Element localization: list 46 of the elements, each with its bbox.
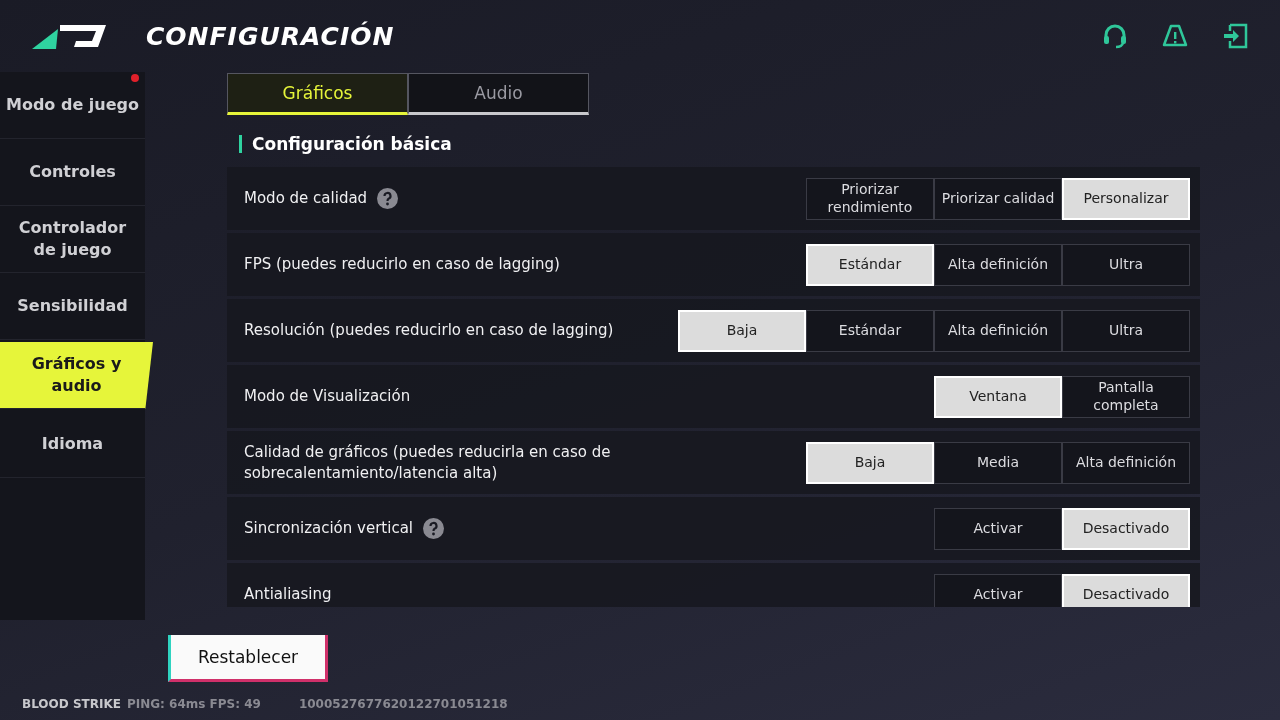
warning-icon[interactable]: [1162, 23, 1188, 49]
sidebar-item[interactable]: Modo de juego: [0, 72, 145, 139]
sidebar-item[interactable]: Gráficos y audio: [0, 342, 153, 409]
exit-icon[interactable]: [1222, 23, 1248, 49]
page-title: CONFIGURACIÓN: [146, 21, 395, 51]
player-id: 1000527677620122701051218: [298, 697, 508, 711]
sidebar-item[interactable]: Sensibilidad: [0, 273, 145, 340]
reset-button[interactable]: Restablecer: [168, 635, 328, 682]
option-button[interactable]: Baja: [806, 441, 934, 484]
setting-label: Modo de calidad: [244, 188, 368, 209]
sidebar-item[interactable]: Controles: [0, 139, 145, 206]
option-button[interactable]: Alta definición: [934, 309, 1062, 352]
option-button[interactable]: Activar: [934, 573, 1062, 607]
help-icon[interactable]: [377, 188, 399, 209]
sidebar-item[interactable]: Controlador de juego: [0, 206, 145, 273]
tab[interactable]: Gráficos: [227, 73, 408, 115]
option-button[interactable]: Alta definición: [1062, 441, 1190, 484]
option-button[interactable]: Media: [934, 441, 1062, 484]
option-button[interactable]: Desactivado: [1062, 573, 1190, 607]
logo-icon: [32, 23, 106, 49]
setting-label: Resolución (puedes reducirlo en caso de lagging): [244, 320, 614, 341]
setting-label: Modo de Visualización: [244, 386, 411, 407]
setting-label: Calidad de gráficos (puedes reducirla en caso de sobrecalentamiento/latencia alta): [244, 441, 612, 484]
sidebar-item[interactable]: Idioma: [0, 411, 145, 478]
ping-fps-text: PING: 64ms FPS: 49: [126, 697, 261, 711]
option-button[interactable]: Alta definición: [934, 243, 1062, 286]
option-button[interactable]: Baja: [678, 309, 806, 352]
headset-icon[interactable]: [1102, 23, 1128, 49]
tab[interactable]: Audio: [408, 73, 589, 115]
setting-label: FPS (puedes reducirlo en caso de lagging): [244, 254, 560, 275]
section-title: Configuración básica: [239, 135, 1200, 153]
option-button[interactable]: Desactivado: [1062, 507, 1190, 550]
option-button[interactable]: Estándar: [806, 309, 934, 352]
option-button[interactable]: Priorizar calidad: [934, 177, 1062, 220]
game-name: BLOOD STRIKE: [22, 697, 121, 711]
option-button[interactable]: Personalizar: [1062, 177, 1190, 220]
setting-label: Sincronización vertical: [244, 518, 413, 539]
option-button[interactable]: Ventana: [934, 375, 1062, 418]
option-button[interactable]: Activar: [934, 507, 1062, 550]
setting-label: Antialiasing: [244, 584, 332, 605]
help-icon[interactable]: [423, 518, 444, 539]
option-button[interactable]: Pantalla completa: [1062, 375, 1190, 418]
option-button[interactable]: Priorizar rendimiento: [806, 177, 934, 220]
option-button[interactable]: Ultra: [1062, 309, 1190, 352]
option-button[interactable]: Ultra: [1062, 243, 1190, 286]
option-button[interactable]: Estándar: [806, 243, 934, 286]
